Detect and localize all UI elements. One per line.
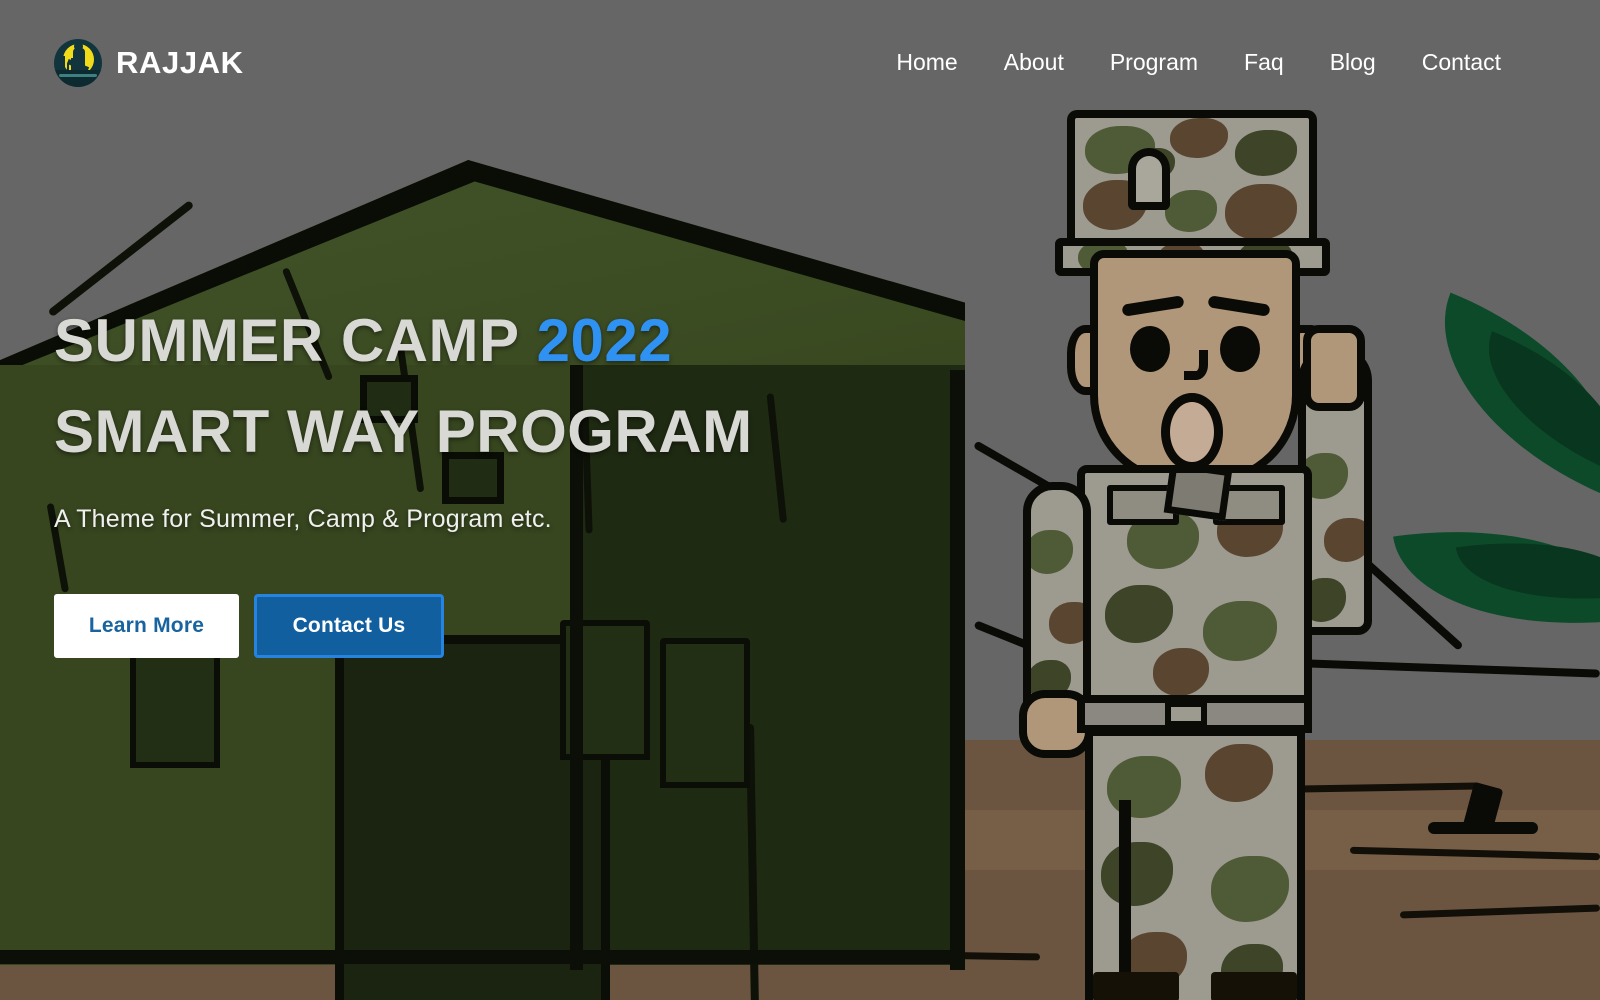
soldier-mouth (1161, 393, 1223, 471)
soldier-left-arm (1023, 482, 1091, 717)
soldier-belt-buckle (1165, 701, 1207, 727)
cap-badge-icon (1128, 148, 1170, 210)
hero-button-group: Learn More Contact Us (54, 594, 753, 659)
saluting-soldier (1015, 110, 1395, 1000)
soldier-brow (1207, 295, 1271, 317)
hero-title-line1: SUMMER CAMP 2022 (54, 307, 672, 374)
learn-more-button[interactable]: Learn More (54, 594, 239, 659)
hiker-sun-circle-icon (54, 38, 102, 87)
main-navigation: Home About Program Faq Blog Contact (873, 49, 1524, 76)
soldier-boot (1093, 972, 1179, 1000)
hero-title-main: SUMMER CAMP (54, 307, 520, 374)
nav-item-program[interactable]: Program (1087, 49, 1221, 76)
soldier-boot (1211, 972, 1297, 1000)
nav-item-about[interactable]: About (981, 49, 1087, 76)
hero-title-year: 2022 (536, 307, 673, 374)
hero-title-line2: SMART WAY PROGRAM (54, 398, 753, 466)
soldier-leg-seam (1119, 800, 1131, 1000)
nav-item-contact[interactable]: Contact (1399, 49, 1524, 76)
soldier-eye (1130, 326, 1170, 372)
hero-title: SUMMER CAMP 2022 SMART WAY PROGRAM (54, 295, 753, 477)
hero-landing-page: RAJJAK Home About Program Faq Blog Conta… (0, 0, 1600, 1000)
site-header: RAJJAK Home About Program Faq Blog Conta… (0, 0, 1600, 125)
tent-stake-base (1428, 822, 1538, 834)
brand-logo[interactable]: RAJJAK (54, 38, 244, 87)
tent-flap (660, 638, 750, 788)
soldier-legs (1085, 728, 1305, 1000)
soldier-torso (1077, 465, 1312, 710)
soldier-head (1090, 250, 1300, 485)
soldier-nose (1184, 350, 1208, 380)
brand-name: RAJJAK (116, 44, 244, 80)
nav-item-blog[interactable]: Blog (1307, 49, 1399, 76)
soldier-cap (1067, 110, 1317, 255)
soldier-collar (1163, 473, 1233, 522)
ground-crack (1399, 904, 1600, 919)
hero-subtitle: A Theme for Summer, Camp & Program etc. (54, 505, 552, 534)
nav-item-faq[interactable]: Faq (1221, 49, 1307, 76)
tent-base-band (0, 950, 965, 964)
nav-item-home[interactable]: Home (873, 49, 980, 76)
hero-content: SUMMER CAMP 2022 SMART WAY PROGRAM A The… (54, 295, 753, 659)
soldier-brow (1121, 295, 1185, 317)
water-icon (54, 69, 102, 87)
tent-pole (950, 370, 965, 970)
soldier-eye (1220, 326, 1260, 372)
contact-us-button[interactable]: Contact Us (254, 594, 444, 659)
soldier-saluting-hand (1303, 325, 1365, 411)
